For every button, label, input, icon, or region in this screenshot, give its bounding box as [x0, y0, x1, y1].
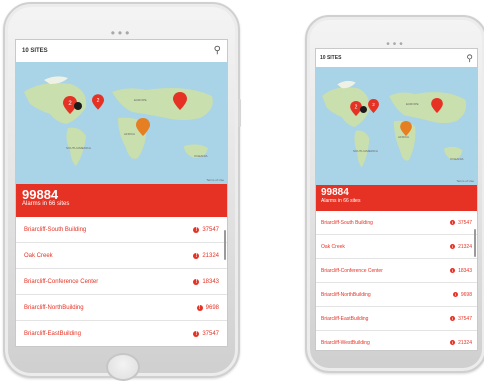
alarm-icon: ! — [193, 330, 200, 337]
site-marker[interactable] — [74, 102, 82, 110]
alarm-icon: ! — [452, 292, 458, 297]
sites-count-label: 10 SITES — [320, 55, 342, 61]
alarm-marker[interactable] — [173, 92, 187, 110]
alarm-marker[interactable] — [431, 98, 443, 113]
warning-marker[interactable] — [136, 118, 150, 136]
site-alarm-count: 21324 — [458, 243, 472, 250]
site-name: Briarcliff-EastBuilding — [24, 330, 81, 337]
site-alarm-count: 21324 — [458, 339, 472, 346]
alarm-summary-banner: 99884 Alarms in 66 sites — [16, 184, 227, 217]
site-name: Briarcliff-South Building — [321, 219, 373, 226]
site-alarm-count: 21324 — [202, 252, 219, 259]
site-name: Briarcliff-Conference Center — [321, 267, 383, 274]
alarm-icon: ! — [450, 340, 456, 345]
phone-screen: 10 SITES ⚲ EUROPE AFRICA SOUTH AMERICA O… — [15, 39, 228, 347]
site-name: Briarcliff-NorthBuilding — [321, 291, 371, 298]
site-row[interactable]: Briarcliff-NorthBuilding ! 9698 — [16, 295, 227, 321]
alarm-icon: ! — [196, 304, 203, 311]
site-row[interactable]: Briarcliff-WestBuilding ! 21324 — [316, 331, 477, 350]
site-name: Briarcliff-NorthBuilding — [24, 304, 84, 311]
phone-screen: 10 SITES ⚲ EUROPE AFRICA SOUTH AMERICA O… — [315, 48, 478, 351]
sites-header: 10 SITES ⚲ — [16, 40, 227, 62]
location-pin-icon[interactable]: ⚲ — [214, 46, 221, 56]
map-label-south-america: SOUTH AMERICA — [353, 149, 378, 153]
svg-text:2: 2 — [372, 102, 375, 107]
alarm-summary-banner: 99884 Alarms in 66 sites — [316, 185, 477, 211]
site-alarm-count: 9698 — [460, 291, 472, 298]
alarm-icon: ! — [450, 268, 456, 273]
location-pin-icon[interactable]: ⚲ — [466, 53, 473, 63]
phone-frame-small: ••• 10 SITES ⚲ EUROPE AFRICA SOUTH AMERI… — [305, 15, 484, 373]
svg-text:2: 2 — [355, 105, 358, 111]
map-label-south-america: SOUTH AMERICA — [66, 146, 91, 150]
map-label-oceania: OCEANIA — [450, 157, 464, 161]
map-label-africa: AFRICA — [124, 132, 136, 136]
site-row[interactable]: Briarcliff-Conference Center ! 18343 — [16, 269, 227, 295]
site-alarm-count: 37547 — [202, 330, 219, 337]
map-terms-link[interactable]: Terms of Use — [206, 178, 224, 182]
site-row[interactable]: Oak Creek ! 21324 — [316, 235, 477, 259]
alarm-subtitle: Alarms in 66 sites — [321, 198, 361, 204]
sites-header: 10 SITES ⚲ — [316, 49, 477, 67]
map-label-oceania: OCEANIA — [194, 154, 208, 158]
alarm-icon: ! — [193, 252, 200, 259]
warning-marker[interactable] — [400, 121, 412, 136]
site-alarm-count: 37547 — [458, 219, 472, 226]
alarm-marker[interactable]: 2 — [368, 99, 379, 113]
world-map[interactable]: EUROPE AFRICA SOUTH AMERICA OCEANIA 2 2 … — [16, 62, 227, 184]
site-name: Oak Creek — [321, 243, 345, 250]
alarm-icon: ! — [193, 278, 200, 285]
alarm-count: 99884 — [22, 187, 59, 202]
site-alarm-count: 37547 — [202, 226, 219, 233]
map-terms-link[interactable]: Terms of Use — [456, 179, 474, 183]
site-row[interactable]: Briarcliff-South Building ! 37547 — [316, 211, 477, 235]
scrollbar[interactable] — [224, 230, 226, 260]
site-row[interactable]: Briarcliff-South Building ! 37547 — [16, 217, 227, 243]
site-row[interactable]: Briarcliff-EastBuilding ! 37547 — [316, 307, 477, 331]
world-map[interactable]: EUROPE AFRICA SOUTH AMERICA OCEANIA 2 2 … — [316, 67, 477, 185]
alarm-icon: ! — [450, 316, 456, 321]
site-alarm-count: 18343 — [202, 278, 219, 285]
alarm-subtitle: Alarms in 66 sites — [22, 201, 70, 207]
site-alarm-count: 18343 — [458, 267, 472, 274]
home-button[interactable] — [106, 353, 140, 381]
map-label-europe: EUROPE — [406, 102, 419, 106]
phone-frame-large: ••• 10 SITES ⚲ EUROPE AFRICA SOUTH AMERI… — [3, 2, 241, 381]
map-graphic — [322, 80, 467, 168]
volume-button — [238, 99, 241, 127]
alarm-marker[interactable]: 2 — [92, 94, 104, 110]
alarm-icon: ! — [193, 226, 200, 233]
svg-text:2: 2 — [97, 98, 100, 104]
alarm-count: 99884 — [321, 187, 349, 198]
sites-count-label: 10 SITES — [22, 48, 48, 54]
map-label-europe: EUROPE — [134, 98, 147, 102]
alarm-icon: ! — [450, 244, 456, 249]
site-row[interactable]: Oak Creek ! 21324 — [16, 243, 227, 269]
site-alarm-count: 9698 — [205, 304, 219, 311]
alarm-icon: ! — [450, 220, 456, 225]
site-row[interactable]: Briarcliff-Conference Center ! 18343 — [316, 259, 477, 283]
site-name: Briarcliff-WestBuilding — [321, 339, 370, 346]
site-alarm-count: 37547 — [458, 315, 472, 322]
speaker-dots: ••• — [110, 26, 133, 40]
map-graphic — [24, 76, 213, 166]
site-row[interactable]: Briarcliff-EastBuilding ! 37547 — [16, 321, 227, 346]
site-name: Briarcliff-South Building — [24, 226, 87, 233]
site-marker[interactable] — [360, 106, 367, 113]
scrollbar[interactable] — [474, 229, 476, 257]
site-row[interactable]: Briarcliff-NorthBuilding ! 9698 — [316, 283, 477, 307]
site-name: Oak Creek — [24, 252, 53, 259]
site-name: Briarcliff-Conference Center — [24, 278, 99, 285]
site-name: Briarcliff-EastBuilding — [321, 315, 369, 322]
